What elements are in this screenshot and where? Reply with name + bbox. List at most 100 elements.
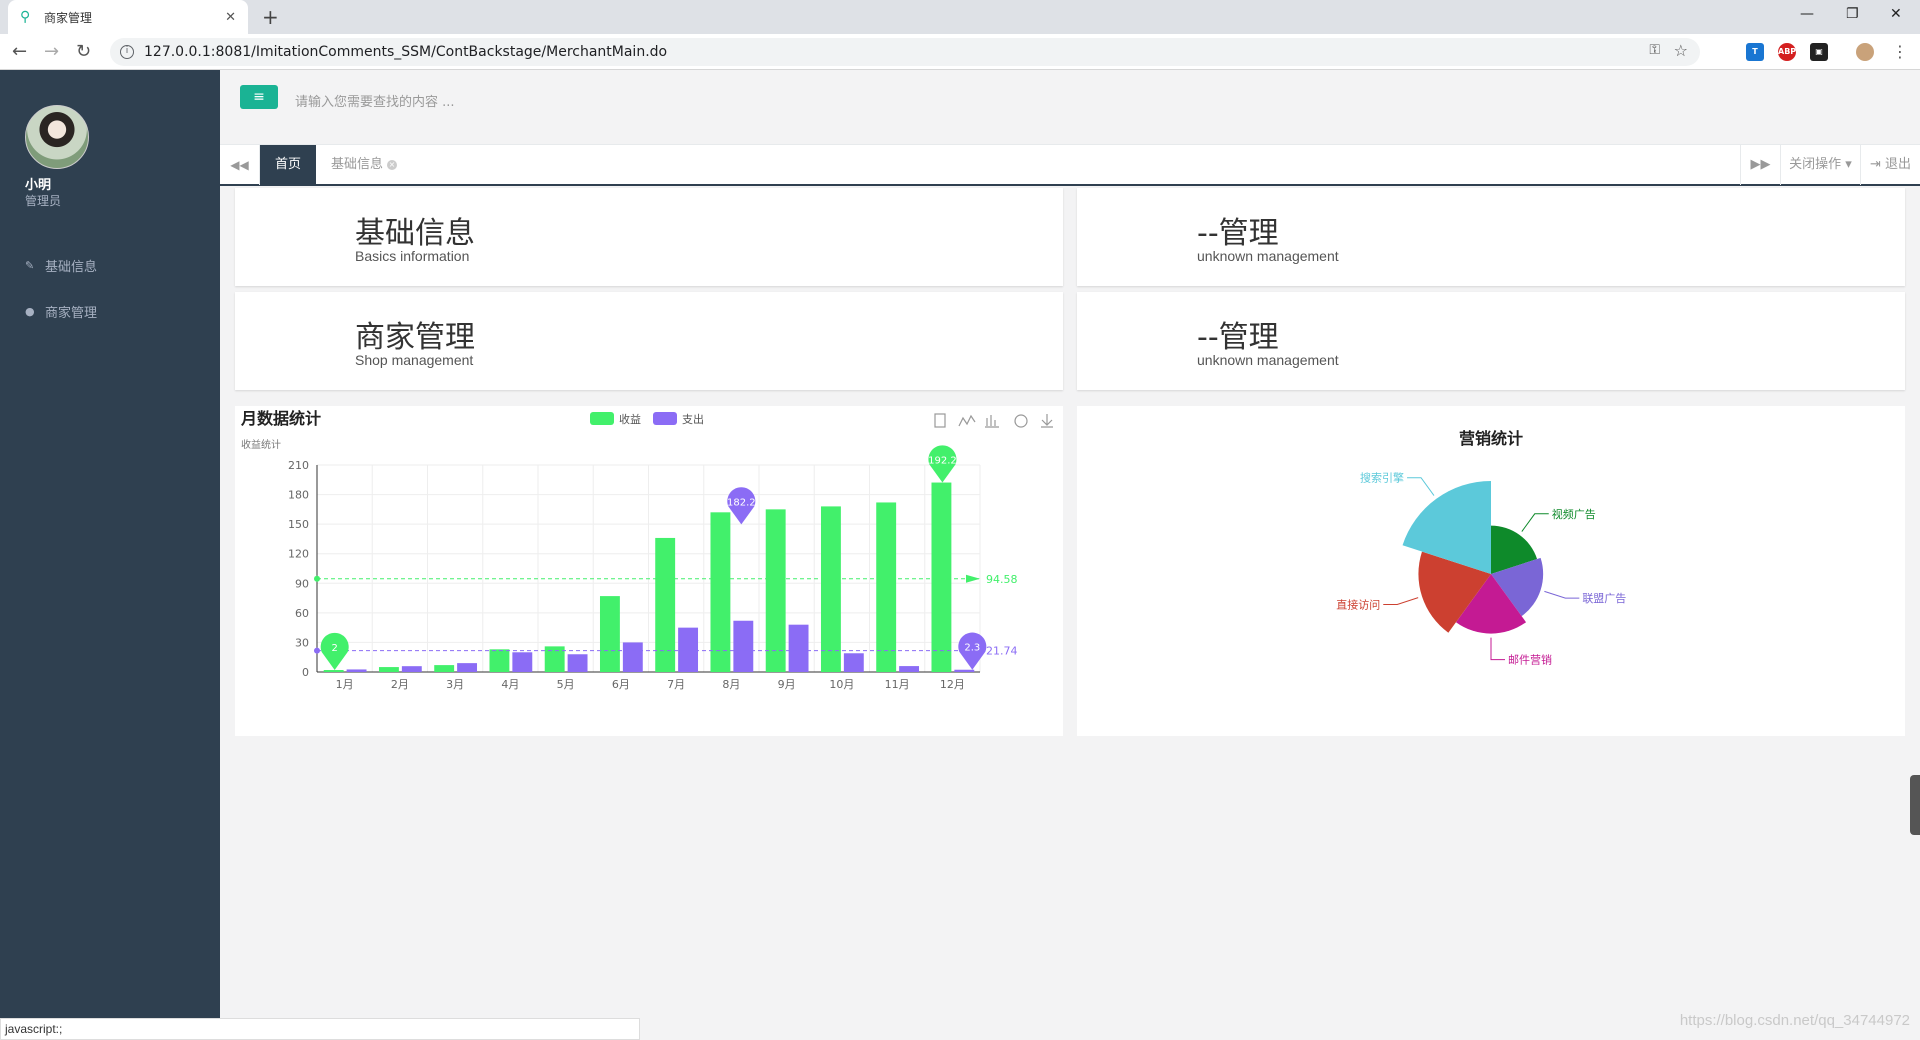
sidebar-item-label: 商家管理 xyxy=(45,306,98,321)
tab-basic-info[interactable]: 基础信息 × xyxy=(316,145,412,185)
menu-toggle-button[interactable]: ≡ xyxy=(240,85,278,109)
tabs-scroll-left-icon[interactable]: ◀◀ xyxy=(220,145,260,185)
bar-income xyxy=(434,665,455,672)
pie-slice-label: 联盟广告 xyxy=(1582,592,1626,605)
minimize-icon[interactable]: — xyxy=(1800,6,1814,22)
adblock-icon[interactable]: ABP xyxy=(1778,43,1796,61)
mark-point-label: 192.2 xyxy=(928,456,957,467)
sidebar-item-shop-management[interactable]: ● 商家管理 xyxy=(25,302,97,321)
legend-swatch-expense[interactable] xyxy=(653,412,677,425)
bar-expense xyxy=(678,627,699,672)
extension-icon[interactable]: ▣ xyxy=(1810,43,1828,61)
sidebar: 小明 管理员 ✎ 基础信息 ● 商家管理 xyxy=(0,70,220,1040)
key-icon[interactable]: ⚿ xyxy=(1649,42,1660,58)
mark-point-label: 2 xyxy=(331,643,337,654)
legend-label-income[interactable]: 收益 xyxy=(619,412,641,426)
pie-label-line xyxy=(1544,590,1580,599)
tab-label: 基础信息 xyxy=(331,157,384,172)
chart-title: 营销统计 xyxy=(1459,429,1523,448)
bar-income xyxy=(599,596,620,672)
x-tick-label: 12月 xyxy=(940,678,965,691)
card-title: 基础信息 xyxy=(355,216,475,251)
user-name[interactable]: 小明 xyxy=(25,174,51,193)
bar-expense xyxy=(843,653,864,672)
browser-status-bar: javascript:; xyxy=(0,1018,640,1040)
url-field[interactable]: i 127.0.0.1:8081/ImitationComments_SSM/C… xyxy=(110,38,1700,66)
card-unknown-management[interactable]: --管理 unknown management xyxy=(1077,188,1905,286)
profile-avatar-icon[interactable] xyxy=(1856,43,1874,61)
x-tick-label: 8月 xyxy=(722,678,740,691)
browser-menu-icon[interactable]: ⋮ xyxy=(1892,42,1908,61)
bar-expense xyxy=(457,663,478,672)
card-unknown-management-2[interactable]: --管理 unknown management xyxy=(1077,292,1905,390)
tab-home[interactable]: 首页 xyxy=(260,145,317,185)
url-text: 127.0.0.1:8081/ImitationComments_SSM/Con… xyxy=(144,44,668,60)
legend-label-expense[interactable]: 支出 xyxy=(682,412,704,426)
close-tab-icon[interactable]: ✕ xyxy=(225,10,236,25)
browser-tab-title: 商家管理 xyxy=(44,10,93,25)
bar-income xyxy=(655,537,676,672)
back-icon[interactable]: ← xyxy=(12,41,27,62)
chart-toolbox xyxy=(934,413,1053,428)
sidebar-item-label: 基础信息 xyxy=(45,260,98,275)
close-tab-icon[interactable]: × xyxy=(387,159,398,170)
chart-legend: 收益 支出 xyxy=(590,412,704,426)
tabs-scroll-right-icon[interactable]: ▶▶ xyxy=(1740,145,1780,185)
card-shop-management[interactable]: 商家管理 Shop management xyxy=(235,292,1063,390)
bar-expense xyxy=(788,624,809,672)
new-tab-icon[interactable]: + xyxy=(262,5,279,29)
x-tick-label: 11月 xyxy=(885,678,910,691)
site-info-icon[interactable]: i xyxy=(120,45,134,59)
bar-chart-icon[interactable] xyxy=(985,415,999,428)
line-chart-icon[interactable] xyxy=(958,414,976,427)
x-tick-label: 2月 xyxy=(391,678,409,691)
y-tick-label: 0 xyxy=(302,666,309,679)
close-window-icon[interactable]: ✕ xyxy=(1890,6,1902,22)
bar-expense xyxy=(954,669,975,672)
card-subtitle: unknown management xyxy=(1197,248,1339,264)
extension-translate-icon[interactable]: T xyxy=(1746,43,1764,61)
chart-subtitle: 收益统计 xyxy=(241,438,281,451)
bar-expense xyxy=(346,669,367,672)
pie-slice-label: 邮件营销 xyxy=(1508,653,1552,667)
average-line-arrow xyxy=(966,574,980,583)
bar-income xyxy=(931,482,952,672)
browser-tab[interactable]: ⚲ 商家管理 ✕ xyxy=(8,0,248,34)
average-line-start xyxy=(314,647,320,654)
average-line-label: 21.74 xyxy=(986,645,1018,658)
reload-icon[interactable]: ↻ xyxy=(76,41,91,62)
marketing-stats-panel: 营销统计 视频广告 联盟广告 邮件营销 直接访问 搜索引擎 xyxy=(1077,406,1905,736)
logout-button[interactable]: ⇥ 退出 xyxy=(1860,145,1920,185)
pie-label-line xyxy=(1490,637,1505,661)
bookmark-star-icon[interactable]: ☆ xyxy=(1674,41,1688,60)
x-tick-label: 6月 xyxy=(612,678,630,691)
x-tick-label: 7月 xyxy=(667,678,685,691)
x-tick-label: 4月 xyxy=(501,678,519,691)
legend-swatch-income[interactable] xyxy=(590,412,614,425)
sidebar-item-basic-info[interactable]: ✎ 基础信息 xyxy=(25,256,97,275)
card-subtitle: Basics information xyxy=(355,248,470,264)
top-navbar: ≡ xyxy=(220,70,1920,144)
card-basic-info[interactable]: 基础信息 Basics information xyxy=(235,188,1063,286)
x-tick-label: 10月 xyxy=(829,678,854,691)
restore-icon[interactable]: ❐ xyxy=(1846,6,1859,22)
address-bar: ← → ↻ i 127.0.0.1:8081/ImitationComments… xyxy=(0,34,1920,70)
pie-slice-label: 视频广告 xyxy=(1552,507,1596,521)
search-input[interactable] xyxy=(295,90,695,114)
edit-icon: ✎ xyxy=(25,259,35,272)
floating-scroll-handle[interactable] xyxy=(1910,775,1920,835)
bar-income xyxy=(378,667,399,672)
y-tick-label: 150 xyxy=(288,518,309,531)
forward-icon[interactable]: → xyxy=(44,41,59,62)
pie-slice-label: 搜索引擎 xyxy=(1360,471,1404,485)
refresh-icon[interactable] xyxy=(1014,414,1028,428)
avatar xyxy=(25,105,89,169)
card-title: 商家管理 xyxy=(355,320,475,355)
x-tick-label: 5月 xyxy=(557,678,575,691)
y-tick-label: 120 xyxy=(288,548,309,561)
chart-title: 月数据统计 xyxy=(240,409,321,428)
close-operations-dropdown[interactable]: 关闭操作 ▾ xyxy=(1780,145,1860,185)
data-view-icon[interactable] xyxy=(934,413,946,428)
bar-expense xyxy=(512,652,533,672)
download-icon[interactable] xyxy=(1041,414,1053,428)
